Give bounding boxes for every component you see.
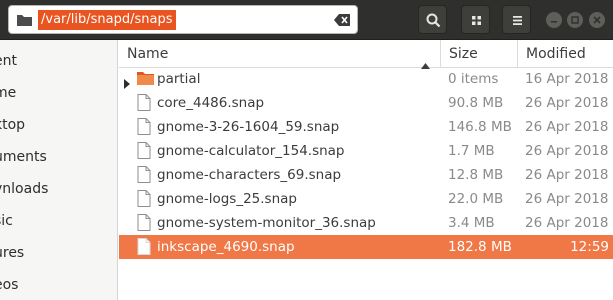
file-name: gnome-system-monitor_36.snap <box>157 215 376 231</box>
column-header-label: Name <box>127 46 169 62</box>
file-modified: 26 Apr 2018 <box>525 215 609 231</box>
file-name: partial <box>157 71 201 87</box>
file-name: gnome-characters_69.snap <box>157 167 342 183</box>
file-size: 3.4 MB <box>448 215 495 231</box>
sidebar-item-downloads[interactable]: vnloads <box>0 179 48 199</box>
file-modified: 26 Apr 2018 <box>525 95 609 111</box>
column-header-label: Modified <box>526 46 586 62</box>
file-modified: 26 Apr 2018 <box>525 143 609 159</box>
folder-icon <box>17 14 32 30</box>
file-modified: 16 Apr 2018 <box>525 71 609 87</box>
file-modified: 12:59 <box>570 239 609 255</box>
menu-button[interactable] <box>502 5 531 34</box>
file-modified: 26 Apr 2018 <box>525 119 609 135</box>
file-modified: 26 Apr 2018 <box>525 167 609 183</box>
file-name: gnome-3-26-1604_59.snap <box>157 119 340 135</box>
places-sidebar: ent me ktop uments vnloads sic ures eos <box>0 40 118 300</box>
file-row[interactable]: gnome-logs_25.snap 22.0 MB 26 Apr 2018 <box>119 187 613 211</box>
file-size: 1.7 MB <box>448 143 495 159</box>
file-name: inkscape_4690.snap <box>157 239 295 255</box>
file-name: gnome-calculator_154.snap <box>157 143 345 159</box>
sidebar-item-home[interactable]: me <box>0 83 16 103</box>
file-size: 146.8 MB <box>448 119 512 135</box>
sidebar-item-pictures[interactable]: ures <box>0 243 24 263</box>
clear-text-icon[interactable] <box>334 14 350 30</box>
file-row[interactable]: partial 0 items 16 Apr 2018 <box>119 67 613 91</box>
close-button[interactable] <box>589 12 605 28</box>
view-mode-button[interactable] <box>461 5 490 34</box>
file-name: gnome-logs_25.snap <box>157 191 297 207</box>
file-size: 12.8 MB <box>448 167 504 183</box>
file-row[interactable]: core_4486.snap 90.8 MB 26 Apr 2018 <box>119 91 613 115</box>
header-bar: /var/lib/snapd/snaps <box>0 0 613 40</box>
sidebar-item-videos[interactable]: eos <box>0 275 18 295</box>
file-row[interactable]: gnome-system-monitor_36.snap 3.4 MB 26 A… <box>119 211 613 235</box>
file-icon <box>137 238 151 264</box>
maximize-button[interactable] <box>567 12 583 28</box>
file-row[interactable]: gnome-characters_69.snap 12.8 MB 26 Apr … <box>119 163 613 187</box>
file-row-selected[interactable]: inkscape_4690.snap 182.8 MB 12:59 <box>119 235 613 259</box>
sidebar-item-desktop[interactable]: ktop <box>0 115 25 135</box>
file-size: 90.8 MB <box>448 95 504 111</box>
location-text[interactable]: /var/lib/snapd/snaps <box>38 10 176 30</box>
column-header-name[interactable]: Name <box>119 40 441 69</box>
column-header-size[interactable]: Size <box>441 40 518 68</box>
file-size: 0 items <box>448 71 499 87</box>
file-size: 22.0 MB <box>448 191 504 207</box>
column-header-modified[interactable]: Modified <box>518 40 613 68</box>
sidebar-item-music[interactable]: sic <box>0 211 13 231</box>
sidebar-item-documents[interactable]: uments <box>0 147 47 167</box>
location-entry[interactable]: /var/lib/snapd/snaps <box>8 5 358 34</box>
file-row[interactable]: gnome-calculator_154.snap 1.7 MB 26 Apr … <box>119 139 613 163</box>
file-modified: 26 Apr 2018 <box>525 191 609 207</box>
sidebar-item-recent[interactable]: ent <box>0 51 17 71</box>
file-name: core_4486.snap <box>157 95 265 111</box>
minimize-button[interactable] <box>546 12 562 28</box>
column-header-label: Size <box>449 46 478 62</box>
file-size: 182.8 MB <box>448 239 512 255</box>
search-button[interactable] <box>418 5 447 34</box>
file-row[interactable]: gnome-3-26-1604_59.snap 146.8 MB 26 Apr … <box>119 115 613 139</box>
